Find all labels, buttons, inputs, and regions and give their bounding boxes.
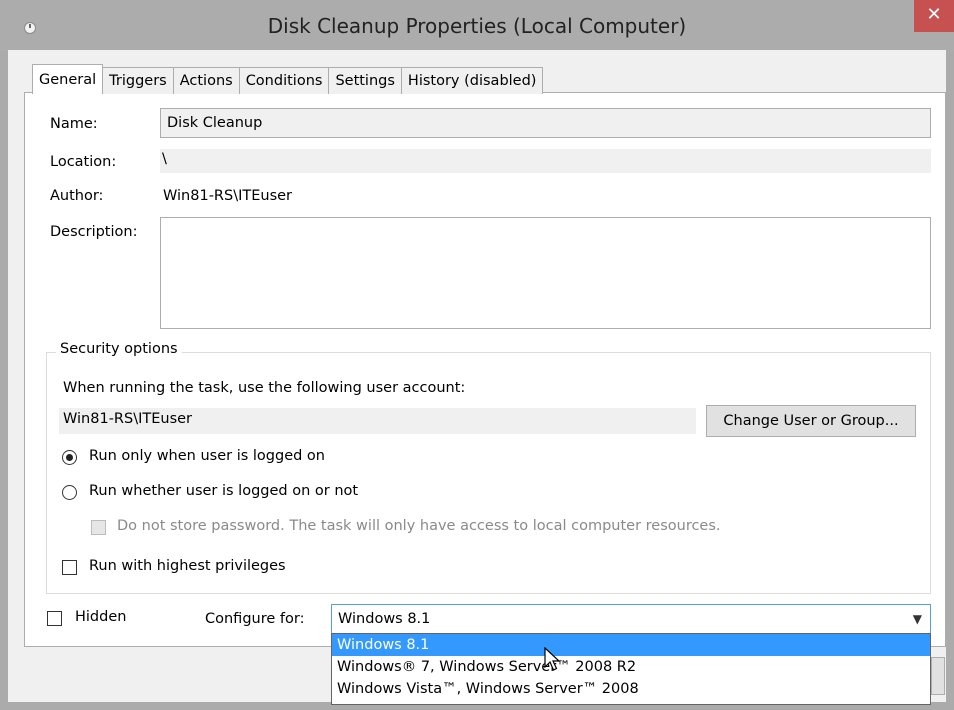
dropdown-option[interactable]: Windows 8.1 (332, 634, 930, 656)
tab-general[interactable]: General (32, 64, 104, 94)
account-prompt: When running the task, use the following… (63, 380, 466, 396)
window-title: Disk Cleanup Properties (Local Computer) (267, 14, 687, 38)
run-whether-radio[interactable] (62, 485, 77, 500)
description-field[interactable] (160, 217, 931, 329)
highest-privileges-label[interactable]: Run with highest privileges (89, 558, 286, 574)
run-logged-on-label[interactable]: Run only when user is logged on (89, 448, 325, 464)
name-label: Name: (50, 116, 98, 132)
configure-for-dropdown: Windows 8.1 Windows® 7, Windows Server™ … (331, 633, 931, 705)
user-account-value: Win81-RS\ITEuser (63, 411, 193, 427)
tab-triggers[interactable]: Triggers (102, 67, 174, 94)
location-label: Location: (50, 154, 117, 170)
chevron-down-icon[interactable]: ▼ (913, 605, 922, 633)
author-value: Win81-RS\ITEuser (163, 188, 293, 204)
highest-privileges-checkbox[interactable] (62, 560, 77, 575)
user-account-field: Win81-RS\ITEuser (59, 408, 696, 434)
no-store-password-label: Do not store password. The task will onl… (117, 518, 721, 534)
run-logged-on-radio[interactable] (62, 450, 77, 465)
no-store-password-checkbox (91, 520, 106, 535)
location-field: \ (160, 149, 931, 173)
title-bar[interactable]: Disk Cleanup Properties (Local Computer)… (0, 0, 954, 50)
author-label: Author: (50, 188, 104, 204)
close-button[interactable]: ✕ (914, 0, 954, 32)
dropdown-option[interactable]: Windows® 7, Windows Server™ 2008 R2 (332, 656, 930, 678)
description-label: Description: (50, 224, 138, 240)
change-user-button[interactable]: Change User or Group... (706, 405, 916, 437)
hidden-label[interactable]: Hidden (75, 609, 126, 625)
tab-conditions[interactable]: Conditions (238, 67, 330, 94)
dropdown-option[interactable]: Windows Vista™, Windows Server™ 2008 (332, 678, 930, 700)
partially-hidden-button[interactable] (931, 657, 945, 695)
tab-actions[interactable]: Actions (172, 67, 240, 94)
properties-window: Disk Cleanup Properties (Local Computer)… (0, 0, 954, 710)
name-field[interactable]: Disk Cleanup (160, 108, 931, 138)
tab-history[interactable]: History (disabled) (400, 67, 544, 94)
configure-for-label: Configure for: (205, 611, 305, 627)
hidden-checkbox[interactable] (47, 611, 62, 626)
configure-for-value: Windows 8.1 (338, 611, 431, 627)
security-options-legend: Security options (56, 341, 182, 357)
tab-settings[interactable]: Settings (328, 67, 402, 94)
configure-for-select[interactable]: Windows 8.1 ▼ (331, 604, 931, 634)
tab-strip: General Triggers Actions Conditions Sett… (32, 64, 544, 94)
location-value: \ (162, 151, 167, 167)
run-whether-label[interactable]: Run whether user is logged on or not (89, 483, 358, 499)
